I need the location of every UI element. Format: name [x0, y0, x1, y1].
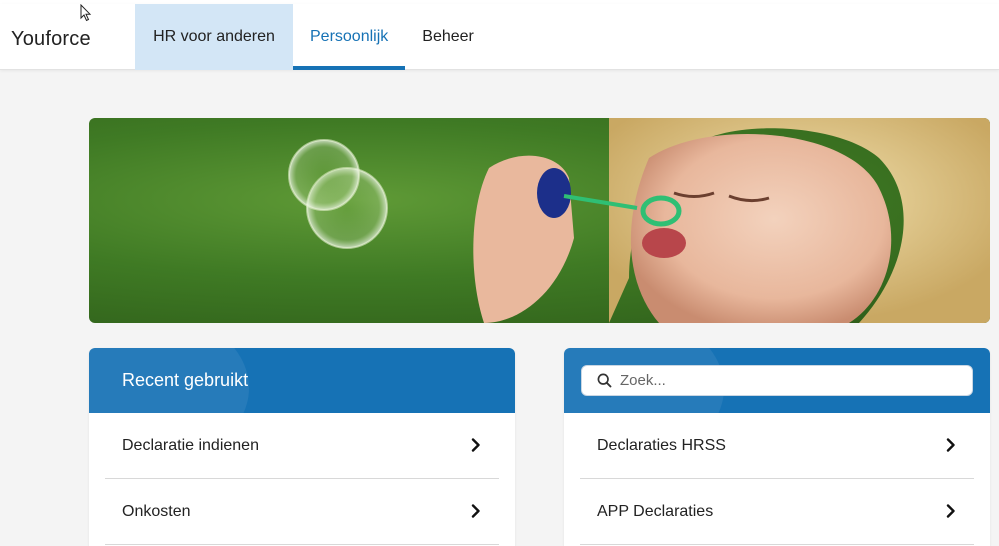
search-input[interactable]	[620, 372, 950, 389]
chevron-right-icon	[946, 438, 955, 452]
chevron-right-icon	[471, 504, 480, 518]
recent-card: Recent gebruikt Declaratie indienen Onko…	[89, 348, 515, 546]
search-field[interactable]	[581, 365, 973, 396]
brand-logo[interactable]: Youforce	[11, 28, 91, 51]
chevron-right-icon	[471, 438, 480, 452]
banner-illustration	[288, 118, 990, 323]
lips	[642, 228, 686, 258]
list-item-label: Declaraties HRSS	[597, 436, 726, 454]
list-item-app-declaraties[interactable]: APP Declaraties	[580, 479, 974, 545]
list-item-declaratie-indienen[interactable]: Declaratie indienen	[105, 413, 499, 479]
list-item-label: APP Declaraties	[597, 502, 714, 520]
face	[630, 134, 892, 323]
hero-banner	[89, 118, 990, 323]
tab-beheer[interactable]: Beheer	[405, 4, 491, 70]
bubble-small	[288, 139, 360, 211]
list-item-onkosten[interactable]: Onkosten	[105, 479, 499, 545]
tab-persoonlijk[interactable]: Persoonlijk	[293, 4, 406, 70]
recent-card-header: Recent gebruikt	[89, 348, 515, 413]
top-navigation-bar: Youforce HR voor anderen Persoonlijk Beh…	[0, 4, 999, 70]
search-card: Declaraties HRSS APP Declaraties	[564, 348, 990, 546]
list-item-declaraties-hrss[interactable]: Declaraties HRSS	[580, 413, 974, 479]
search-card-header	[564, 348, 990, 413]
tab-hr-voor-anderen[interactable]: HR voor anderen	[135, 4, 293, 70]
list-item-label: Onkosten	[122, 502, 191, 520]
recent-card-title: Recent gebruikt	[122, 370, 249, 390]
mouse-cursor-icon	[80, 4, 92, 22]
bubble-bottle	[537, 168, 571, 218]
search-icon	[597, 373, 612, 388]
chevron-right-icon	[946, 504, 955, 518]
main-nav: HR voor anderen Persoonlijk Beheer	[135, 4, 491, 70]
list-item-label: Declaratie indienen	[122, 436, 259, 454]
